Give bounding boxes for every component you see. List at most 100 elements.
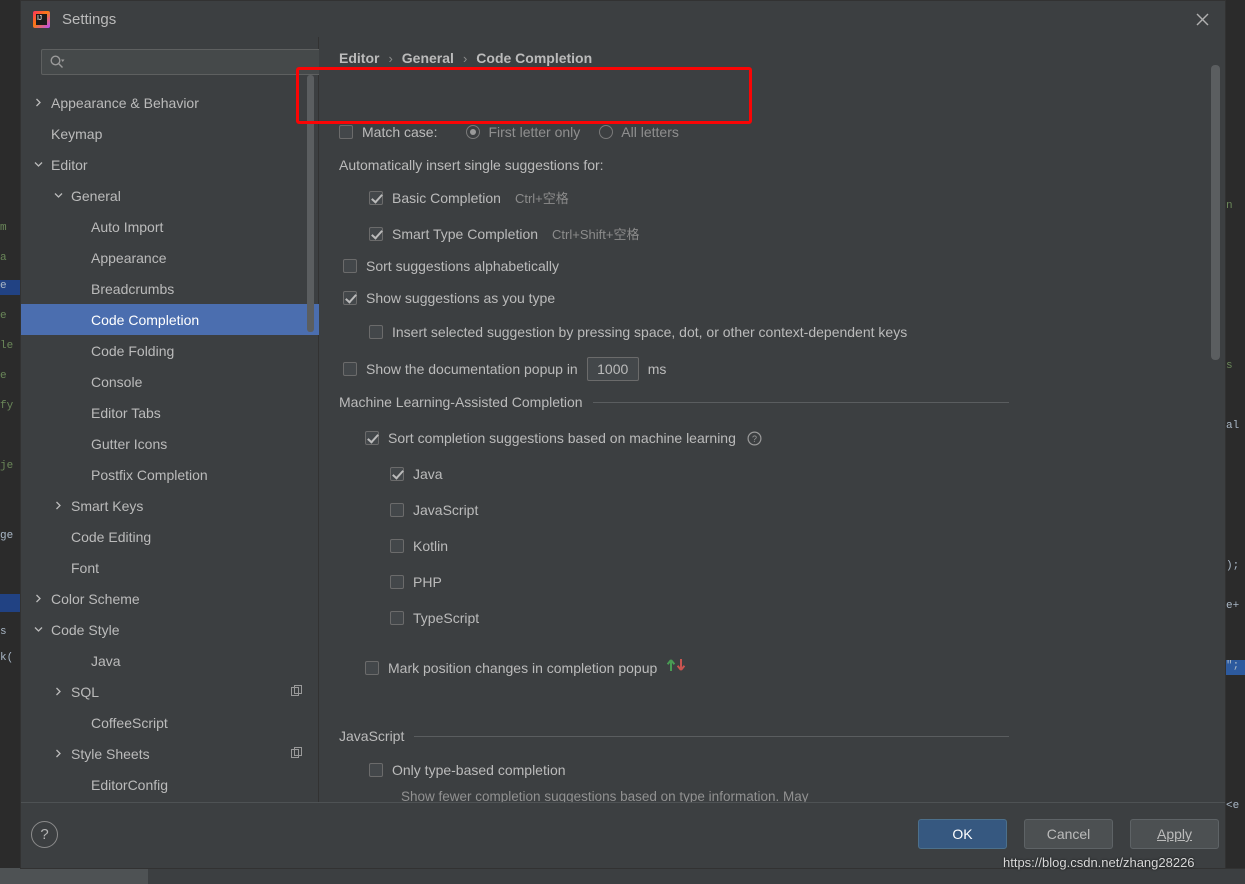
sidebar-item-label: EditorConfig bbox=[91, 776, 169, 793]
sort-ml-checkbox[interactable] bbox=[365, 431, 379, 445]
sidebar-item-general[interactable]: General bbox=[21, 180, 319, 211]
content-scrollbar[interactable] bbox=[1211, 65, 1220, 360]
match-case-checkbox[interactable] bbox=[339, 125, 353, 139]
sidebar-item-gutter-icons[interactable]: Gutter Icons bbox=[21, 428, 319, 459]
window-title: Settings bbox=[62, 10, 117, 28]
sidebar-item-label: Console bbox=[91, 373, 143, 390]
chevron-down-icon[interactable] bbox=[31, 158, 45, 172]
sidebar-item-editorconfig[interactable]: EditorConfig bbox=[21, 769, 319, 800]
sidebar-item-auto-import[interactable]: Auto Import bbox=[21, 211, 319, 242]
apply-button[interactable]: Apply bbox=[1130, 819, 1219, 849]
breadcrumb: Editor › General › Code Completion bbox=[339, 50, 592, 66]
sidebar-item-coffeescript[interactable]: CoffeeScript bbox=[21, 707, 319, 738]
sidebar-item-appearance[interactable]: Appearance bbox=[21, 242, 319, 273]
match-case-label: Match case: bbox=[362, 124, 438, 140]
sidebar-item-label: General bbox=[71, 187, 121, 204]
code-completion-settings: Match case: First letter only All letter… bbox=[339, 79, 1203, 802]
sidebar-item-code-folding[interactable]: Code Folding bbox=[21, 335, 319, 366]
insert-selected-checkbox[interactable] bbox=[369, 325, 383, 339]
ml-language-checkbox-php[interactable] bbox=[390, 575, 404, 589]
sidebar-item-editor[interactable]: Editor bbox=[21, 149, 319, 180]
chevron-right-icon[interactable] bbox=[51, 499, 65, 513]
sidebar-item-color-scheme[interactable]: Color Scheme bbox=[21, 583, 319, 614]
sidebar-item-keymap[interactable]: Keymap bbox=[21, 118, 319, 149]
ml-language-checkbox-javascript[interactable] bbox=[390, 503, 404, 517]
bg-code-fragment: s bbox=[0, 626, 7, 638]
sidebar-item-code-style[interactable]: Code Style bbox=[21, 614, 319, 645]
ml-section-header: Machine Learning-Assisted Completion bbox=[339, 394, 1009, 410]
only-type-based-row: Only type-based completion bbox=[369, 762, 566, 778]
ml-language-row-php: PHP bbox=[390, 574, 442, 590]
sidebar-item-smart-keys[interactable]: Smart Keys bbox=[21, 490, 319, 521]
basic-completion-checkbox[interactable] bbox=[369, 190, 383, 205]
sidebar-item-label: Auto Import bbox=[91, 218, 164, 235]
bg-code-fragment: a bbox=[0, 252, 7, 264]
search-field-wrapper bbox=[41, 49, 329, 75]
close-icon[interactable] bbox=[1179, 1, 1225, 37]
sidebar-item-font[interactable]: Font bbox=[21, 552, 319, 583]
sidebar-item-breadcrumbs[interactable]: Breadcrumbs bbox=[21, 273, 319, 304]
cancel-button[interactable]: Cancel bbox=[1024, 819, 1113, 849]
all-letters-radio[interactable] bbox=[599, 125, 614, 139]
sidebar-item-label: Code Style bbox=[51, 621, 120, 638]
sidebar-item-style-sheets[interactable]: Style Sheets bbox=[21, 738, 319, 769]
bg-code-fragment: m bbox=[0, 222, 7, 234]
doc-popup-checkbox[interactable] bbox=[343, 362, 357, 376]
sidebar-item-java[interactable]: Java bbox=[21, 645, 319, 676]
mark-position-checkbox[interactable] bbox=[365, 660, 379, 675]
sidebar-item-editor-tabs[interactable]: Editor Tabs bbox=[21, 397, 319, 428]
sidebar-item-label: Smart Keys bbox=[71, 497, 144, 514]
ok-button[interactable]: OK bbox=[918, 819, 1007, 849]
intellij-idea-icon: IJ bbox=[33, 10, 50, 28]
settings-sidebar: Appearance & Behavior Keymap Editor General… bbox=[21, 37, 329, 802]
sidebar-item-console[interactable]: Console bbox=[21, 366, 319, 397]
sort-alphabetically-row: Sort suggestions alphabetically bbox=[343, 258, 559, 274]
show-as-you-type-checkbox[interactable] bbox=[343, 291, 357, 305]
chevron-down-icon[interactable] bbox=[51, 189, 65, 203]
ml-language-checkbox-kotlin[interactable] bbox=[390, 539, 404, 553]
chevron-down-icon[interactable] bbox=[31, 623, 45, 637]
sidebar-item-code-editing[interactable]: Code Editing bbox=[21, 521, 319, 552]
chevron-right-icon[interactable] bbox=[31, 592, 45, 606]
doc-popup-delay-input[interactable] bbox=[586, 357, 639, 381]
ml-language-label: PHP bbox=[413, 574, 442, 590]
sidebar-item-label: Postfix Completion bbox=[91, 466, 208, 483]
sidebar-item-label: SQL bbox=[71, 683, 100, 700]
ml-language-checkbox-typescript[interactable] bbox=[390, 611, 404, 625]
javascript-section-title: JavaScript bbox=[339, 728, 405, 744]
sort-alphabetically-checkbox[interactable] bbox=[343, 259, 357, 273]
sidebar-item-appearance-behavior[interactable]: Appearance & Behavior bbox=[21, 87, 319, 118]
sidebar-item-postfix-completion[interactable]: Postfix Completion bbox=[21, 459, 319, 490]
question-circle-icon[interactable]: ? bbox=[747, 430, 762, 446]
sidebar-item-label: Code Completion bbox=[91, 311, 200, 328]
only-type-based-checkbox[interactable] bbox=[369, 763, 383, 777]
breadcrumb-part-editor[interactable]: Editor bbox=[339, 50, 379, 66]
chevron-right-icon[interactable] bbox=[51, 747, 65, 761]
help-icon[interactable]: ? bbox=[31, 821, 58, 848]
chevron-right-icon[interactable] bbox=[51, 685, 65, 699]
sidebar-item-code-completion[interactable]: Code Completion bbox=[21, 304, 319, 335]
dialog-body: Appearance & Behavior Keymap Editor General… bbox=[21, 37, 1225, 802]
sidebar-scrollbar[interactable] bbox=[307, 75, 314, 332]
bg-code-fragment: e bbox=[0, 370, 7, 382]
copy-scheme-icon[interactable] bbox=[291, 684, 303, 700]
search-input[interactable] bbox=[41, 49, 329, 75]
breadcrumb-part-general[interactable]: General bbox=[402, 50, 454, 66]
ml-language-row-javascript: JavaScript bbox=[390, 502, 478, 518]
sidebar-item-sql[interactable]: SQL bbox=[21, 676, 319, 707]
first-letter-only-radio[interactable] bbox=[466, 125, 481, 139]
first-letter-only-label: First letter only bbox=[488, 124, 581, 140]
smart-type-completion-checkbox[interactable] bbox=[369, 226, 383, 241]
bg-code-fragment: <e bbox=[1226, 800, 1240, 812]
copy-scheme-icon[interactable] bbox=[291, 746, 303, 762]
ml-language-checkbox-java[interactable] bbox=[390, 467, 404, 481]
doc-popup-label-before: Show the documentation popup in bbox=[366, 361, 578, 377]
chevron-right-icon[interactable] bbox=[31, 96, 45, 110]
mark-position-label: Mark position changes in completion popu… bbox=[388, 659, 658, 676]
